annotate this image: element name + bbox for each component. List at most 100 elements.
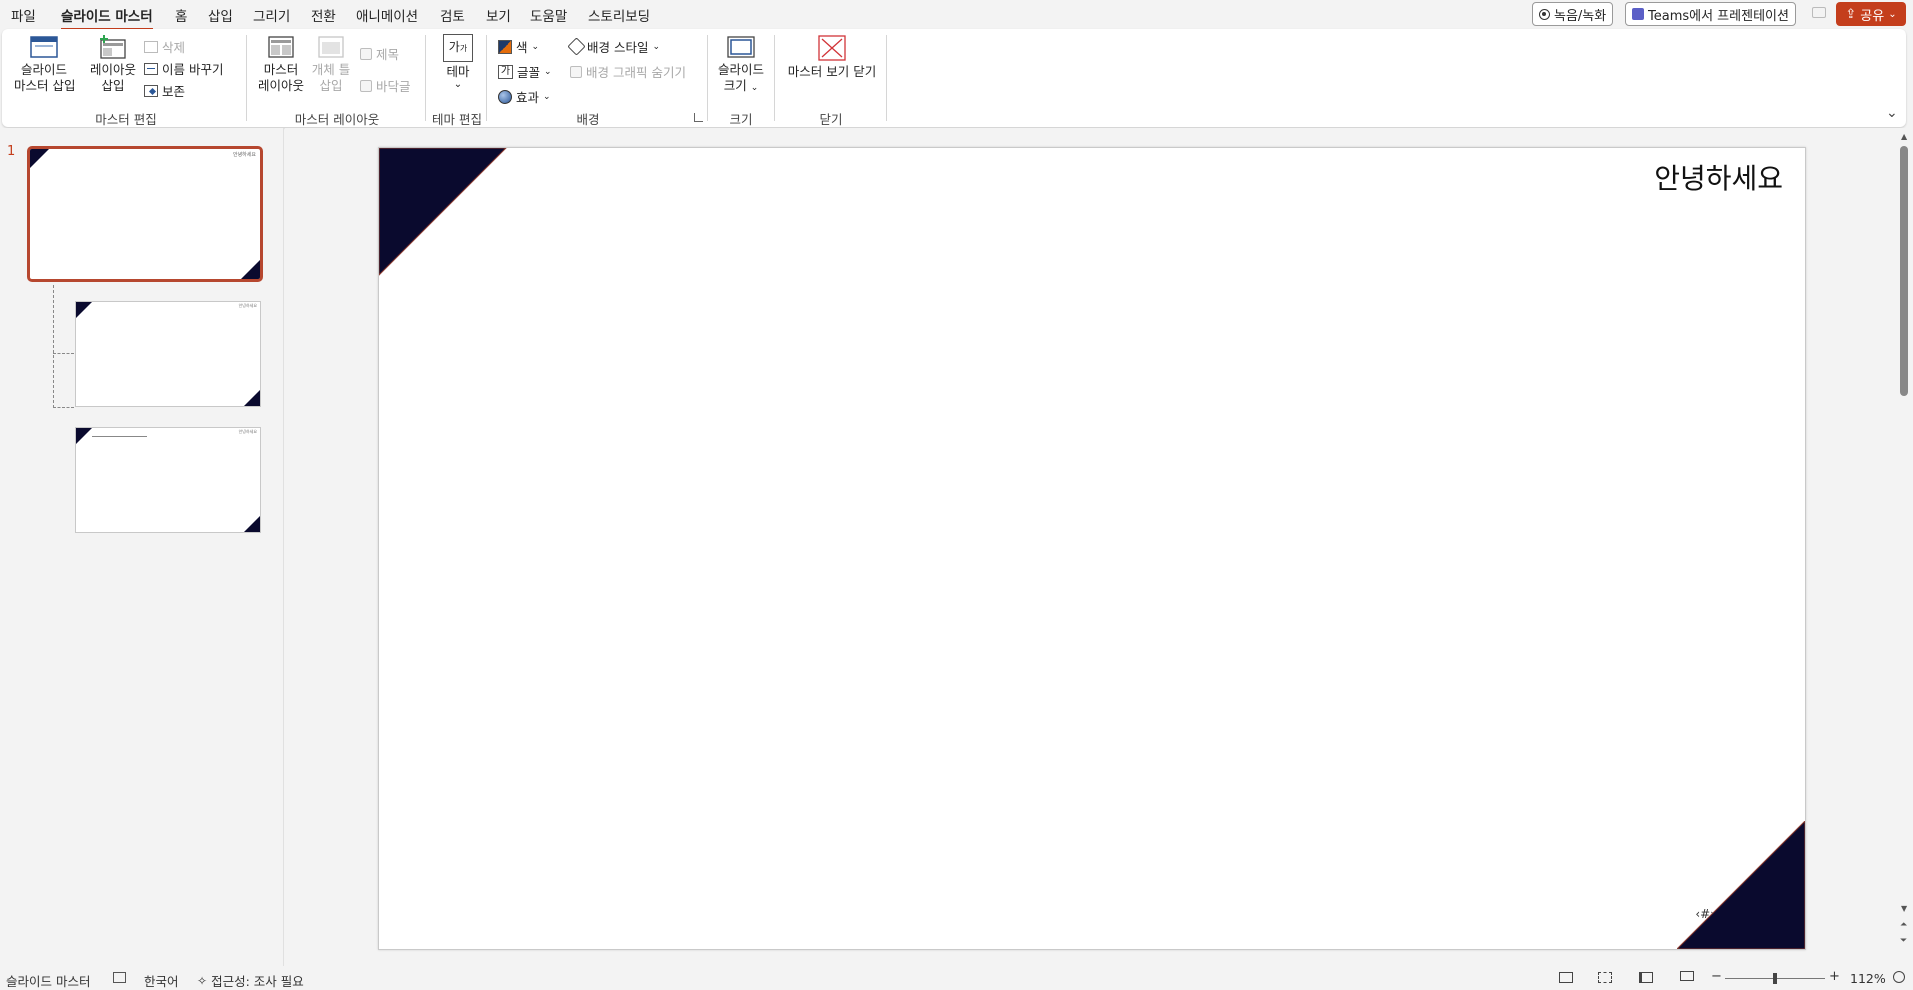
slide-sorter-icon[interactable]	[1598, 972, 1612, 983]
ribbon: 슬라이드 마스터 삽입 레이아웃 삽입 삭제 이름 바꾸기 보존 마스터 편집 …	[2, 29, 1906, 127]
tab-file[interactable]: 파일	[11, 5, 36, 25]
previous-slide-icon[interactable]: ⏶	[1900, 920, 1907, 930]
present-in-teams-button[interactable]: Teams에서 프레젠테이션	[1625, 2, 1796, 26]
slide-master-icon	[30, 36, 58, 58]
chevron-down-icon: ⌄	[453, 79, 463, 90]
delete-button[interactable]: 삭제	[144, 37, 185, 56]
master-layout-icon	[268, 36, 294, 58]
dialog-launcher-icon[interactable]	[694, 113, 703, 122]
share-button[interactable]: ⇪ 공유 ⌄	[1836, 2, 1906, 26]
next-slide-icon[interactable]: ⏷	[1900, 936, 1907, 946]
tab-review[interactable]: 검토	[440, 5, 465, 25]
tab-draw[interactable]: 그리기	[253, 5, 290, 25]
thumbnail-title-line	[92, 436, 147, 437]
preserve-button[interactable]: 보존	[144, 81, 185, 100]
checkbox-icon	[360, 47, 372, 60]
group-separator	[886, 35, 887, 121]
zoom-out-icon[interactable]: −	[1711, 969, 1722, 984]
record-button[interactable]: 녹음/녹화	[1532, 2, 1614, 26]
group-separator	[425, 35, 426, 121]
share-label: 공유	[1860, 8, 1885, 24]
tab-insert[interactable]: 삽입	[208, 5, 233, 25]
tab-home[interactable]: 홈	[175, 5, 187, 25]
chevron-down-icon: ⌄	[750, 83, 759, 93]
insert-layout-icon	[100, 35, 126, 59]
layout-thumbnail-1[interactable]: 안녕하세요	[75, 301, 261, 407]
fit-to-window-icon[interactable]	[1893, 971, 1905, 983]
scroll-down-icon[interactable]: ▼	[1901, 904, 1907, 913]
corner-triangle-bottom-right	[1677, 821, 1805, 949]
scroll-up-icon[interactable]: ▲	[1901, 132, 1907, 141]
close-master-view-button[interactable]: 마스터 보기 닫기	[782, 34, 882, 80]
tab-storyboarding[interactable]: 스토리보딩	[588, 5, 650, 25]
background-styles-dropdown[interactable]: 배경 스타일 ⌄	[567, 37, 661, 56]
slide-master-thumbnail[interactable]: 안녕하세요	[27, 146, 263, 282]
insert-slide-master-button[interactable]: 슬라이드 마스터 삽입	[14, 34, 75, 94]
zoom-slider[interactable]	[1725, 973, 1825, 984]
fonts-dropdown[interactable]: 가 글꼴 ⌄	[498, 62, 552, 81]
group-separator	[707, 35, 708, 121]
themes-button[interactable]: 가가 테마 ⌄	[434, 34, 482, 90]
slide-canvas[interactable]: 안녕하세요 ‹#›	[378, 147, 1806, 950]
chevron-down-icon: ⌄	[531, 41, 540, 52]
thumbnail-title: 안녕하세요	[232, 152, 256, 158]
thumbnail-corner-triangle	[241, 260, 260, 279]
slide-size-icon	[727, 36, 755, 58]
accessibility-status[interactable]: ✧ 접근성: 조사 필요	[197, 971, 304, 990]
slide-number: 1	[7, 144, 16, 159]
group-label-master-layout: 마스터 레이아웃	[294, 112, 380, 127]
effects-dropdown[interactable]: 효과 ⌄	[498, 87, 551, 106]
status-view-mode: 슬라이드 마스터	[6, 974, 91, 989]
tab-transitions[interactable]: 전환	[311, 5, 336, 25]
slideshow-icon[interactable]	[1680, 971, 1694, 981]
chevron-down-icon: ⌄	[652, 41, 661, 52]
tab-slide-master[interactable]: 슬라이드 마스터	[61, 5, 153, 30]
status-language[interactable]: 한국어	[144, 971, 179, 990]
checkbox-icon	[570, 65, 582, 78]
tab-help[interactable]: 도움말	[530, 5, 567, 25]
close-icon	[818, 35, 846, 61]
insert-layout-button[interactable]: 레이아웃 삽입	[86, 34, 140, 94]
slide-size-button[interactable]: 슬라이드 크기 ⌄	[714, 34, 768, 96]
zoom-in-icon[interactable]: +	[1829, 969, 1840, 984]
slide-editor-area: 안녕하세요 ‹#›	[285, 128, 1896, 966]
master-layout-button[interactable]: 마스터 레이아웃	[254, 34, 308, 94]
ribbon-tab-bar: 파일 슬라이드 마스터 홈 삽입 그리기 전환 애니메이션 검토 보기 도움말 …	[0, 0, 1913, 30]
scrollbar-thumb[interactable]	[1900, 146, 1908, 396]
chevron-down-icon: ⌄	[543, 91, 551, 102]
tab-view[interactable]: 보기	[486, 5, 511, 25]
group-label-edit-theme: 테마 편집	[432, 112, 482, 127]
fonts-icon: 가	[498, 64, 513, 79]
record-label: 녹음/녹화	[1554, 8, 1607, 24]
thumbnail-title: 안녕하세요	[238, 429, 257, 434]
teams-label[interactable]: Teams에서 프레젠테이션	[1648, 5, 1789, 24]
group-separator	[246, 35, 247, 121]
group-label-size: 크기	[729, 112, 753, 127]
collapse-ribbon-icon[interactable]: ⌄	[1886, 105, 1898, 121]
colors-dropdown[interactable]: 색 ⌄	[498, 37, 539, 56]
delete-icon	[144, 40, 158, 53]
footer-checkbox[interactable]: 바닥글	[360, 76, 411, 95]
slide-title[interactable]: 안녕하세요	[1654, 157, 1783, 197]
rename-button[interactable]: 이름 바꾸기	[144, 59, 223, 78]
rename-icon	[144, 62, 158, 75]
normal-view-icon[interactable]	[1559, 972, 1573, 983]
group-separator	[774, 35, 775, 121]
title-checkbox[interactable]: 제목	[360, 44, 399, 63]
thumbnail-corner-triangle	[30, 149, 49, 168]
spellcheck-icon[interactable]	[113, 972, 126, 983]
teams-icon	[1632, 8, 1644, 20]
group-label-close: 닫기	[819, 112, 843, 127]
zoom-slider-thumb[interactable]	[1773, 973, 1777, 984]
slide-thumbnail-pane: 1 안녕하세요 안녕하세요 안녕하세요	[0, 128, 284, 966]
hide-background-graphics-checkbox[interactable]: 배경 그래픽 숨기기	[570, 62, 686, 81]
thumbnail-corner-triangle	[244, 516, 260, 532]
thumbnail-corner-triangle	[76, 428, 92, 444]
layout-thumbnail-2[interactable]: 안녕하세요	[75, 427, 261, 533]
tab-animations[interactable]: 애니메이션	[356, 5, 418, 25]
comments-icon[interactable]	[1812, 7, 1826, 18]
zoom-level[interactable]: 112%	[1850, 971, 1886, 986]
insert-placeholder-button[interactable]: 개체 틀 삽입	[308, 34, 354, 94]
reading-view-icon[interactable]	[1639, 972, 1653, 983]
vertical-scrollbar[interactable]: ▲ ▼ ⏶ ⏷	[1896, 128, 1913, 966]
